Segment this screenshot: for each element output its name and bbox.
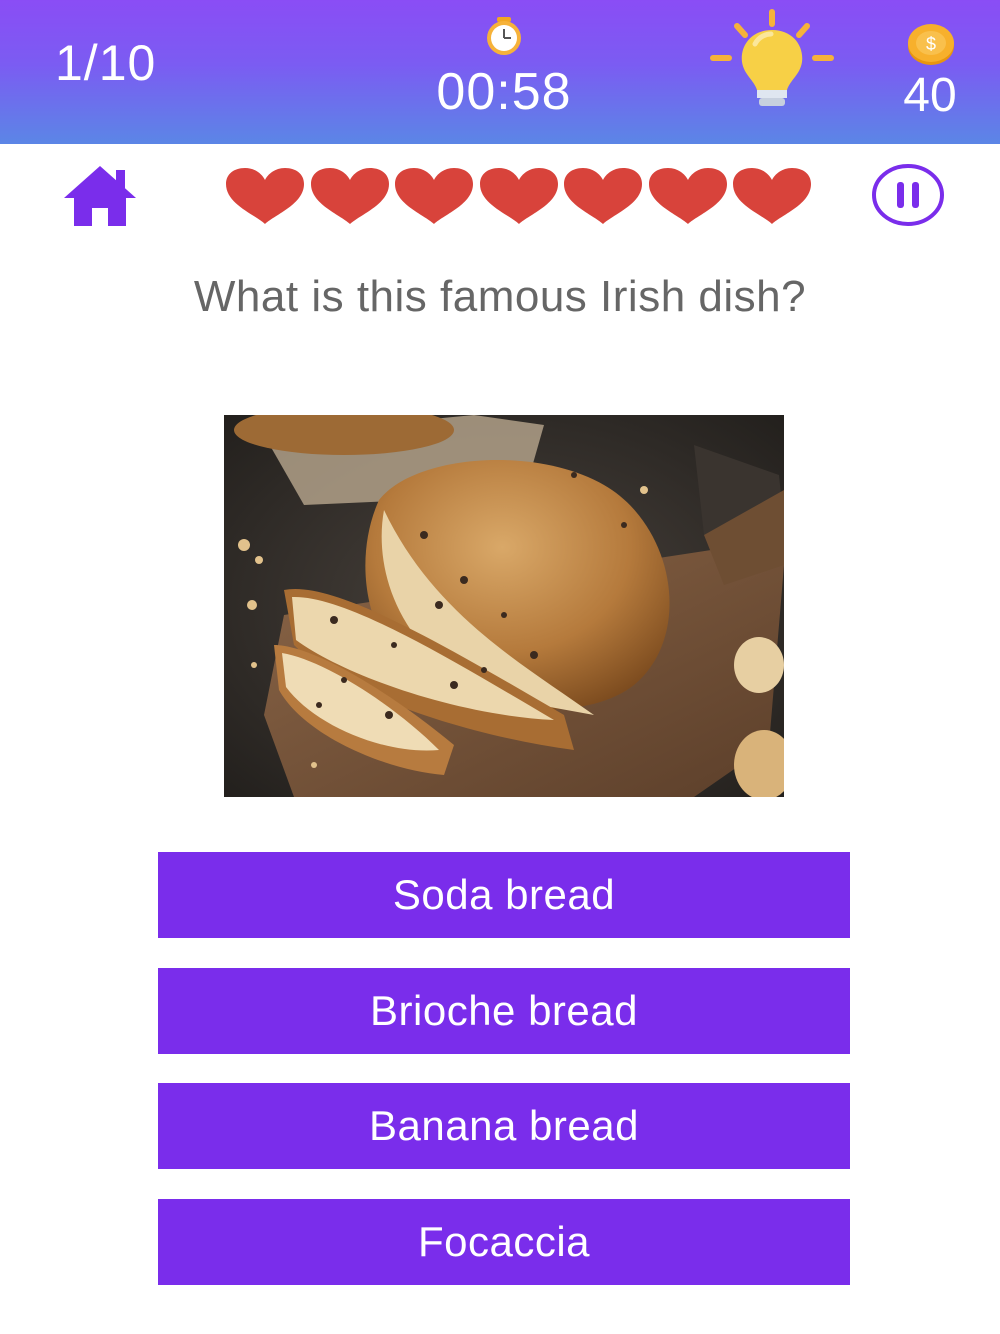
question-progress: 1/10	[55, 35, 157, 91]
heart-icon	[564, 168, 642, 224]
heart-icon	[226, 168, 304, 224]
answer-button-1[interactable]: Soda bread	[158, 852, 850, 938]
coin-icon: $	[908, 24, 954, 65]
question-image	[224, 415, 784, 797]
top-bar: 1/10 00:58 $ 40	[0, 0, 1000, 144]
home-icon	[64, 166, 136, 226]
heart-icon	[648, 168, 727, 224]
pause-icon	[872, 164, 944, 226]
clock-icon	[487, 17, 521, 55]
answer-button-4[interactable]: Focaccia	[158, 1199, 850, 1285]
heart-icon	[479, 168, 558, 224]
home-button[interactable]	[62, 164, 138, 228]
answer-button-3[interactable]: Banana bread	[158, 1083, 850, 1169]
heart-icon	[733, 168, 811, 224]
countdown-timer: 00:58	[436, 63, 572, 121]
coin-balance: 40	[903, 69, 957, 122]
answer-button-2[interactable]: Brioche bread	[158, 968, 850, 1054]
heart-icon	[310, 168, 389, 224]
heart-icon	[395, 168, 473, 224]
coin-symbol: $	[926, 34, 936, 54]
lightbulb-icon[interactable]	[707, 8, 837, 112]
pause-button[interactable]	[870, 162, 946, 228]
question-text: What is this famous Irish dish?	[193, 272, 807, 321]
